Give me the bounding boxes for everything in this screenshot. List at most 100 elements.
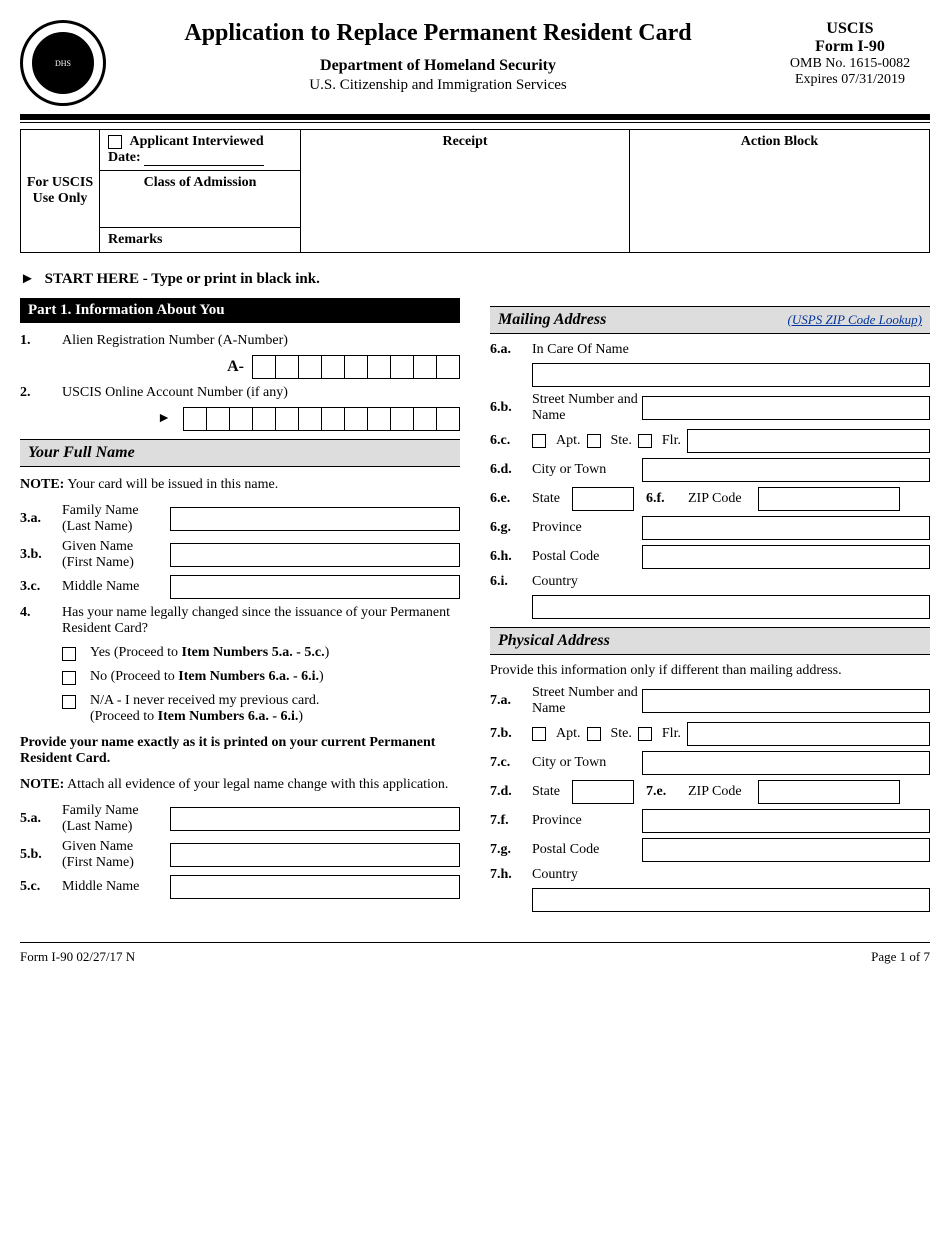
postal-code-input[interactable] bbox=[642, 545, 930, 569]
family-name-input[interactable] bbox=[170, 507, 460, 531]
q6b-label: Street Number and Name bbox=[532, 392, 642, 424]
online-account-number-input[interactable] bbox=[183, 407, 460, 431]
date-input[interactable] bbox=[144, 151, 264, 166]
in-care-of-input[interactable] bbox=[532, 363, 930, 387]
given-name-card-input[interactable] bbox=[170, 843, 460, 867]
unit-number-input[interactable] bbox=[687, 429, 930, 453]
phys-zip-input[interactable] bbox=[758, 780, 900, 804]
state-input[interactable] bbox=[572, 487, 634, 511]
q6b-number: 6.b. bbox=[490, 400, 532, 416]
page-footer: Form I-90 02/27/17 N Page 1 of 7 bbox=[20, 942, 930, 965]
dhs-seal-icon: DHS bbox=[20, 20, 106, 106]
omb-number: OMB No. 1615-0082 bbox=[770, 56, 930, 72]
phys-street-input[interactable] bbox=[642, 689, 930, 713]
a-number-input[interactable] bbox=[252, 355, 460, 379]
q5b-label: Given Name (First Name) bbox=[62, 839, 162, 871]
phys-city-input[interactable] bbox=[642, 751, 930, 775]
q4-number: 4. bbox=[20, 605, 62, 621]
a-number-prefix: A- bbox=[227, 358, 244, 376]
q7a-label: Street Number and Name bbox=[532, 685, 642, 717]
right-column: Mailing Address (USPS ZIP Code Lookup) 6… bbox=[490, 298, 930, 912]
uscis-use-only-label: For USCIS Use Only bbox=[21, 130, 100, 252]
given-name-input[interactable] bbox=[170, 543, 460, 567]
country-input[interactable] bbox=[532, 595, 930, 619]
q6i-number: 6.i. bbox=[490, 574, 532, 590]
q5c-label: Middle Name bbox=[62, 879, 162, 895]
q4-yes-checkbox[interactable] bbox=[62, 647, 76, 661]
phys-flr-checkbox[interactable] bbox=[638, 727, 652, 741]
q4-no-label: No (Proceed to Item Numbers 6.a. - 6.i.) bbox=[90, 669, 324, 685]
phys-ste-checkbox[interactable] bbox=[587, 727, 601, 741]
q4-na-label: N/A - I never received my previous card.… bbox=[90, 693, 319, 725]
q6a-label: In Care Of Name bbox=[532, 342, 629, 358]
phys-postal-code-input[interactable] bbox=[642, 838, 930, 862]
q1-label: Alien Registration Number (A-Number) bbox=[62, 333, 288, 349]
apt-checkbox[interactable] bbox=[532, 434, 546, 448]
form-title: Application to Replace Permanent Residen… bbox=[116, 20, 760, 47]
arrow-icon: ► bbox=[157, 411, 171, 427]
q7h-number: 7.h. bbox=[490, 867, 532, 883]
phys-unit-number-input[interactable] bbox=[687, 722, 930, 746]
department: Department of Homeland Security bbox=[116, 57, 760, 75]
q2-label: USCIS Online Account Number (if any) bbox=[62, 385, 288, 401]
q4-na-checkbox[interactable] bbox=[62, 695, 76, 709]
q5b-number: 5.b. bbox=[20, 847, 62, 863]
family-name-card-input[interactable] bbox=[170, 807, 460, 831]
q6d-label: City or Town bbox=[532, 462, 642, 478]
q4-no-checkbox[interactable] bbox=[62, 671, 76, 685]
q6c-number: 6.c. bbox=[490, 433, 532, 449]
q6e-label: State bbox=[532, 491, 572, 507]
q3c-label: Middle Name bbox=[62, 579, 162, 595]
q7e-number: 7.e. bbox=[646, 784, 688, 800]
q2-number: 2. bbox=[20, 385, 62, 401]
q7a-number: 7.a. bbox=[490, 693, 532, 709]
start-here-instruction: ► START HERE - Type or print in black in… bbox=[20, 271, 930, 288]
note-evidence: NOTE: Attach all evidence of your legal … bbox=[20, 777, 460, 793]
physical-address-note: Provide this information only if differe… bbox=[490, 663, 930, 679]
flr-checkbox[interactable] bbox=[638, 434, 652, 448]
q5c-number: 5.c. bbox=[20, 879, 62, 895]
province-input[interactable] bbox=[642, 516, 930, 540]
divider bbox=[20, 114, 930, 120]
zip-input[interactable] bbox=[758, 487, 900, 511]
mailing-address-header: Mailing Address (USPS ZIP Code Lookup) bbox=[490, 306, 930, 334]
q3c-number: 3.c. bbox=[20, 579, 62, 595]
q6e-number: 6.e. bbox=[490, 491, 532, 507]
provide-name-instruction: Provide your name exactly as it is print… bbox=[20, 735, 460, 767]
q5a-number: 5.a. bbox=[20, 811, 62, 827]
phys-state-input[interactable] bbox=[572, 780, 634, 804]
middle-name-card-input[interactable] bbox=[170, 875, 460, 899]
q3b-number: 3.b. bbox=[20, 547, 62, 563]
date-label: Date: bbox=[108, 150, 141, 165]
q6h-label: Postal Code bbox=[532, 549, 642, 565]
q7c-number: 7.c. bbox=[490, 755, 532, 771]
applicant-interviewed-checkbox[interactable] bbox=[108, 135, 122, 149]
q7e-label: ZIP Code bbox=[688, 784, 758, 800]
class-of-admission-label: Class of Admission bbox=[144, 175, 257, 190]
remarks-label: Remarks bbox=[108, 232, 162, 247]
q6f-label: ZIP Code bbox=[688, 491, 758, 507]
footer-page-number: Page 1 of 7 bbox=[871, 949, 930, 965]
note-issued-name: NOTE: Your card will be issued in this n… bbox=[20, 477, 460, 493]
city-input[interactable] bbox=[642, 458, 930, 482]
usps-zip-lookup-link[interactable]: (USPS ZIP Code Lookup) bbox=[788, 312, 922, 328]
agency: U.S. Citizenship and Immigration Service… bbox=[116, 77, 760, 94]
physical-address-header: Physical Address bbox=[490, 627, 930, 655]
q6f-number: 6.f. bbox=[646, 491, 688, 507]
q7f-label: Province bbox=[532, 813, 642, 829]
q1-number: 1. bbox=[20, 333, 62, 349]
phys-province-input[interactable] bbox=[642, 809, 930, 833]
phys-apt-checkbox[interactable] bbox=[532, 727, 546, 741]
middle-name-input[interactable] bbox=[170, 575, 460, 599]
uscis-label: USCIS bbox=[770, 20, 930, 38]
footer-form-id: Form I-90 02/27/17 N bbox=[20, 949, 135, 965]
part-1-header: Part 1. Information About You bbox=[20, 298, 460, 323]
q6a-number: 6.a. bbox=[490, 342, 532, 358]
full-name-header: Your Full Name bbox=[20, 439, 460, 467]
ste-checkbox[interactable] bbox=[587, 434, 601, 448]
q7g-number: 7.g. bbox=[490, 842, 532, 858]
expires: Expires 07/31/2019 bbox=[770, 72, 930, 88]
phys-country-input[interactable] bbox=[532, 888, 930, 912]
street-input[interactable] bbox=[642, 396, 930, 420]
q5a-label: Family Name (Last Name) bbox=[62, 803, 162, 835]
